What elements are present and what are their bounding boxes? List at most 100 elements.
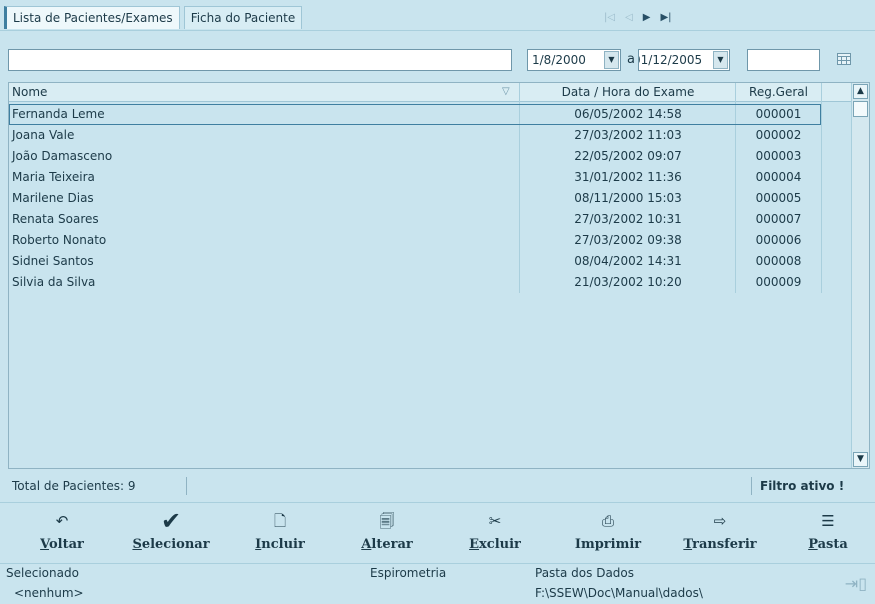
button-label-mnemonic: S bbox=[132, 537, 142, 552]
divider bbox=[0, 30, 875, 31]
cell-reg: 000003 bbox=[755, 149, 802, 163]
table-row[interactable]: Maria Teixeira 31/01/2002 11:36 000004 bbox=[9, 167, 821, 188]
vertical-scrollbar[interactable]: ▲ ▼ bbox=[851, 83, 869, 468]
date-to-value: 01/12/2005 bbox=[638, 53, 703, 67]
button-label-mnemonic: E bbox=[469, 537, 480, 552]
button-label-mnemonic: T bbox=[683, 537, 693, 552]
edit-document-icon: 🗐 bbox=[379, 512, 395, 530]
divider bbox=[751, 477, 752, 495]
calendar-icon[interactable] bbox=[837, 53, 851, 68]
exit-icon[interactable]: ⇥▯ bbox=[845, 574, 867, 593]
chevron-down-icon[interactable]: ▼ bbox=[713, 51, 728, 69]
excluir-button[interactable]: ✂ Excluir bbox=[458, 509, 532, 561]
table-row[interactable]: Fernanda Leme 06/05/2002 14:58 000001 bbox=[9, 104, 821, 125]
selecionado-value: <nenhum> bbox=[14, 586, 84, 600]
divider bbox=[186, 477, 187, 495]
cell-reg: 000009 bbox=[755, 275, 802, 289]
selecionado-label: Selecionado bbox=[6, 566, 79, 580]
button-label-mnemonic: A bbox=[361, 537, 372, 552]
date-from-select[interactable]: 1/8/2000 ▼ bbox=[527, 49, 621, 71]
checkmark-icon: ✔ bbox=[160, 507, 182, 535]
table-row[interactable]: Joana Vale 27/03/2002 11:03 000002 bbox=[9, 125, 821, 146]
date-from-value: 1/8/2000 bbox=[532, 53, 586, 67]
new-document-icon: 🗋 bbox=[273, 512, 287, 530]
tab-lista-pacientes[interactable]: Lista de Pacientes/Exames bbox=[4, 6, 180, 29]
cell-reg: 000004 bbox=[755, 170, 802, 184]
status-bar: Total de Pacientes: 9 Filtro ativo ! bbox=[8, 477, 870, 497]
table-row[interactable]: Renata Soares 27/03/2002 10:31 000007 bbox=[9, 209, 821, 230]
button-label: ncluir bbox=[261, 537, 305, 552]
search-input[interactable] bbox=[8, 49, 512, 71]
table-row[interactable]: Roberto Nonato 27/03/2002 09:38 000006 bbox=[9, 230, 821, 251]
button-label: asta bbox=[817, 537, 848, 552]
sort-icon[interactable]: ▽ bbox=[502, 83, 510, 101]
tab-bar: Lista de Pacientes/Exames Ficha do Pacie… bbox=[4, 6, 306, 30]
cell-data: 27/03/2002 11:03 bbox=[574, 128, 682, 142]
pasta-button[interactable]: ☰ Pasta bbox=[790, 509, 866, 561]
cell-nome: Fernanda Leme bbox=[12, 107, 105, 121]
column-divider bbox=[821, 83, 822, 293]
cell-nome: Sidnei Santos bbox=[12, 254, 94, 268]
alterar-button[interactable]: 🗐 Alterar bbox=[347, 509, 427, 561]
imprimir-button[interactable]: ⎙ Imprimir bbox=[562, 509, 654, 561]
cell-data: 08/04/2002 14:31 bbox=[574, 254, 682, 268]
first-record-icon[interactable]: |◁ bbox=[604, 12, 615, 23]
cell-nome: Marilene Dias bbox=[12, 191, 94, 205]
action-toolbar: ↶ Voltar ✔ Selecionar 🗋 Incluir 🗐 Altera… bbox=[0, 502, 875, 563]
scroll-up-icon[interactable]: ▲ bbox=[853, 84, 868, 99]
cell-reg: 000007 bbox=[755, 212, 802, 226]
patients-grid: Nome ▽ Data / Hora do Exame Reg.Geral Fe… bbox=[8, 82, 870, 469]
cell-reg: 000008 bbox=[755, 254, 802, 268]
last-record-icon[interactable]: ▶| bbox=[660, 12, 671, 23]
selecionar-button[interactable]: ✔ Selecionar bbox=[126, 509, 216, 561]
tab-ficha-paciente[interactable]: Ficha do Paciente bbox=[183, 6, 303, 29]
cell-nome: Joana Vale bbox=[12, 128, 75, 142]
cell-data: 27/03/2002 09:38 bbox=[574, 233, 682, 247]
cell-data: 22/05/2002 09:07 bbox=[574, 149, 682, 163]
button-label: lterar bbox=[371, 537, 413, 552]
button-label: ransferir bbox=[692, 537, 757, 552]
cell-reg: 000006 bbox=[755, 233, 802, 247]
extra-filter-input[interactable] bbox=[747, 49, 820, 71]
button-label: oltar bbox=[49, 537, 84, 552]
column-header-reg[interactable]: Reg.Geral bbox=[736, 83, 821, 101]
tab-label: Ficha do Paciente bbox=[190, 11, 296, 25]
table-row[interactable]: Marilene Dias 08/11/2000 15:03 000005 bbox=[9, 188, 821, 209]
table-row[interactable]: Silvia da Silva 21/03/2002 10:20 000009 bbox=[9, 272, 821, 293]
table-row[interactable]: Sidnei Santos 08/04/2002 14:31 000008 bbox=[9, 251, 821, 272]
cell-data: 08/11/2000 15:03 bbox=[574, 191, 682, 205]
cell-reg: 000005 bbox=[755, 191, 802, 205]
folder-tree-icon: ☰ bbox=[821, 512, 835, 530]
next-record-icon[interactable]: ▶ bbox=[643, 12, 651, 23]
undo-icon: ↶ bbox=[55, 512, 69, 530]
button-label: Imprimir bbox=[574, 537, 642, 552]
button-label-mnemonic: P bbox=[808, 537, 818, 552]
chevron-down-icon[interactable]: ▼ bbox=[604, 51, 619, 69]
button-label-mnemonic: V bbox=[40, 537, 49, 552]
cell-data: 21/03/2002 10:20 bbox=[574, 275, 682, 289]
grid-header: Nome ▽ Data / Hora do Exame Reg.Geral bbox=[9, 83, 851, 102]
scroll-thumb[interactable] bbox=[853, 101, 868, 117]
cell-reg: 000001 bbox=[755, 107, 802, 121]
incluir-button[interactable]: 🗋 Incluir bbox=[243, 509, 317, 561]
date-range-separator: a bbox=[627, 52, 635, 67]
cell-nome: Maria Teixeira bbox=[12, 170, 95, 184]
cell-data: 06/05/2002 14:58 bbox=[574, 107, 682, 121]
cell-data: 31/01/2002 11:36 bbox=[574, 170, 682, 184]
button-label: xcluir bbox=[479, 537, 521, 552]
cell-nome: João Damasceno bbox=[12, 149, 113, 163]
table-row[interactable]: João Damasceno 22/05/2002 09:07 000003 bbox=[9, 146, 821, 167]
voltar-button[interactable]: ↶ Voltar bbox=[22, 509, 102, 561]
scroll-down-icon[interactable]: ▼ bbox=[853, 452, 868, 467]
cell-nome: Renata Soares bbox=[12, 212, 99, 226]
cell-reg: 000002 bbox=[755, 128, 802, 142]
info-bar: Selecionado <nenhum> Espirometria Pasta … bbox=[0, 563, 875, 604]
prev-record-icon[interactable]: ◁ bbox=[625, 12, 633, 23]
column-header-nome[interactable]: Nome bbox=[12, 83, 47, 101]
column-header-data[interactable]: Data / Hora do Exame bbox=[520, 83, 736, 101]
exam-type: Espirometria bbox=[370, 566, 447, 580]
pasta-label: Pasta dos Dados bbox=[535, 566, 635, 580]
transferir-button[interactable]: ⇨ Transferir bbox=[672, 509, 768, 561]
date-to-select[interactable]: 01/12/2005 ▼ bbox=[638, 49, 730, 71]
total-patients: Total de Pacientes: 9 bbox=[12, 479, 136, 493]
